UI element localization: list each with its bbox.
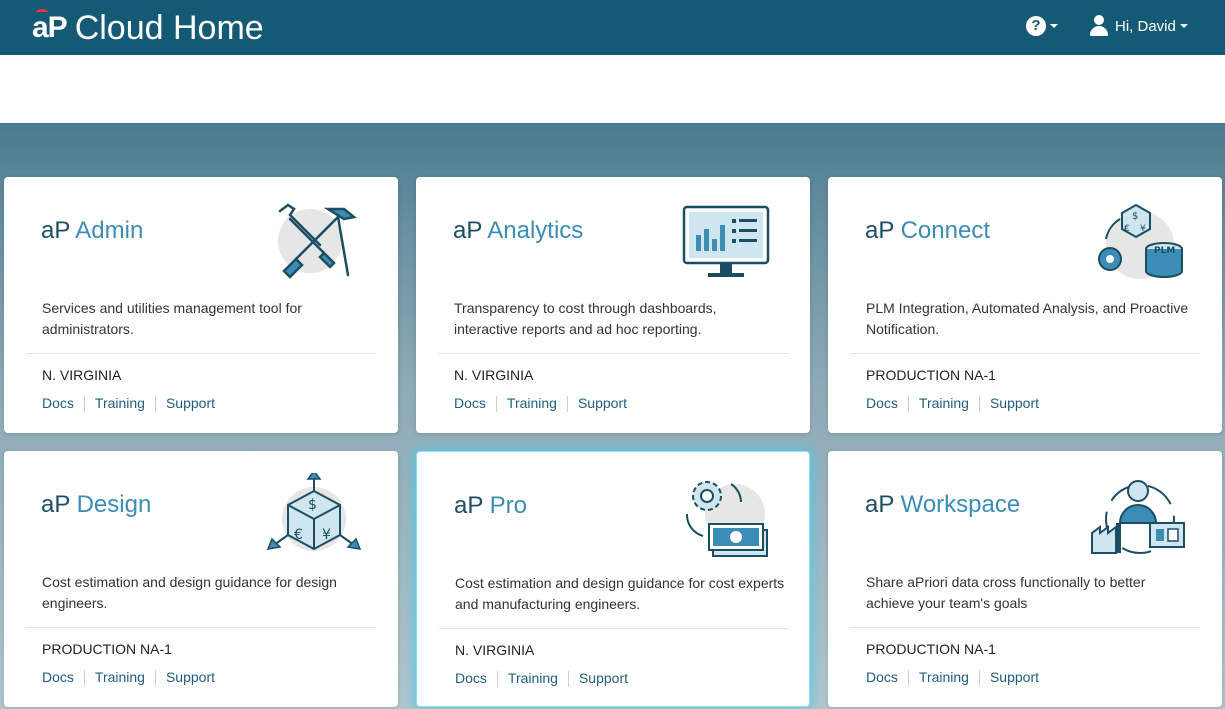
gear-money-icon [679, 474, 775, 562]
support-link[interactable]: Support [166, 395, 215, 412]
divider [438, 353, 788, 354]
support-link[interactable]: Support [578, 395, 627, 412]
card-description: Share aPriori data cross functionally to… [866, 574, 1146, 611]
card-title[interactable]: aP Admin [41, 217, 143, 245]
currency-cube-icon: $ € ¥ [266, 469, 362, 561]
ap-logo[interactable]: aP [32, 8, 68, 44]
divider [154, 396, 156, 412]
app-card-analytics[interactable]: aP Analytics Transparency to cost throug… [416, 177, 810, 433]
divider [978, 396, 980, 412]
person-factory-icon [1090, 473, 1186, 561]
card-region: PRODUCTION NA-1 [866, 641, 996, 657]
card-links: Docs Training Support [42, 395, 215, 412]
docs-link[interactable]: Docs [42, 669, 74, 686]
svg-text:€: € [294, 527, 303, 543]
card-description: Transparency to cost through dashboards,… [454, 300, 717, 337]
divider [850, 627, 1200, 628]
card-region: N. VIRGINIA [455, 642, 535, 658]
app-card-design[interactable]: aP Design $ € ¥ Cost estimation and desi… [4, 451, 398, 707]
app-card-admin[interactable]: aP Admin Services and utilities manageme… [4, 177, 398, 433]
chevron-down-icon [1050, 24, 1058, 28]
top-navbar: aP Cloud Home ? Hi, David [0, 0, 1225, 55]
docs-link[interactable]: Docs [454, 395, 486, 412]
training-link[interactable]: Training [508, 670, 558, 687]
brand[interactable]: aP Cloud Home [32, 8, 264, 47]
support-link[interactable]: Support [166, 669, 215, 686]
card-title[interactable]: aP Design [41, 491, 151, 519]
divider [495, 396, 497, 412]
divider [567, 671, 569, 687]
question-circle-icon: ? [1026, 16, 1046, 36]
card-description: Cost estimation and design guidance for … [455, 575, 785, 612]
divider [154, 670, 156, 686]
wrench-screwdriver-hammer-icon [266, 199, 362, 287]
divider [496, 671, 498, 687]
docs-link[interactable]: Docs [42, 395, 74, 412]
card-links: Docs Training Support [866, 669, 1039, 686]
svg-text:¥: ¥ [322, 527, 331, 543]
svg-text:$: $ [308, 497, 317, 513]
training-link[interactable]: Training [95, 669, 145, 686]
help-menu-button[interactable]: ? [1026, 16, 1058, 36]
banner-area [0, 55, 1225, 123]
divider [83, 396, 85, 412]
app-card-pro[interactable]: aP Pro Cost estimation and design guidan… [416, 451, 810, 707]
dashboard-monitor-icon [678, 199, 774, 287]
card-links: Docs Training Support [42, 669, 215, 686]
svg-text:$: $ [1132, 211, 1138, 222]
card-title[interactable]: aP Workspace [865, 491, 1020, 519]
user-menu-button[interactable]: Hi, David [1089, 15, 1188, 37]
divider [439, 628, 789, 629]
card-title[interactable]: aP Analytics [453, 217, 583, 245]
divider [850, 353, 1200, 354]
divider [26, 627, 376, 628]
support-link[interactable]: Support [990, 669, 1039, 686]
app-card-workspace[interactable]: aP Workspace Share aPriori data cross fu… [828, 451, 1222, 707]
user-icon [1089, 15, 1109, 37]
docs-link[interactable]: Docs [866, 395, 898, 412]
card-title[interactable]: aP Connect [865, 217, 990, 245]
divider [26, 353, 376, 354]
svg-text:€: € [1124, 224, 1130, 234]
divider [566, 396, 568, 412]
card-links: Docs Training Support [455, 670, 628, 687]
divider [83, 670, 85, 686]
divider [978, 670, 980, 686]
card-description: Cost estimation and design guidance for … [42, 574, 337, 611]
card-region: N. VIRGINIA [454, 367, 534, 383]
plm-connect-icon: $ € ¥ PLM [1090, 199, 1186, 287]
docs-link[interactable]: Docs [455, 670, 487, 687]
app-title: Cloud Home [74, 8, 264, 47]
logo-swoosh [36, 8, 48, 15]
card-region: N. VIRGINIA [42, 367, 122, 383]
card-region: PRODUCTION NA-1 [42, 641, 172, 657]
svg-text:PLM: PLM [1154, 246, 1175, 256]
svg-text:¥: ¥ [1140, 224, 1146, 234]
training-link[interactable]: Training [919, 669, 969, 686]
card-links: Docs Training Support [454, 395, 627, 412]
card-title[interactable]: aP Pro [454, 492, 527, 520]
logo-text: aP [32, 10, 68, 44]
card-description: PLM Integration, Automated Analysis, and… [866, 300, 1189, 337]
chevron-down-icon [1179, 24, 1188, 28]
app-grid: aP Admin Services and utilities manageme… [0, 123, 1225, 709]
divider [907, 396, 909, 412]
app-card-connect[interactable]: aP Connect $ € ¥ PLM PLM Integration, Au… [828, 177, 1222, 433]
card-region: PRODUCTION NA-1 [866, 367, 996, 383]
divider [907, 670, 909, 686]
training-link[interactable]: Training [507, 395, 557, 412]
training-link[interactable]: Training [919, 395, 969, 412]
docs-link[interactable]: Docs [866, 669, 898, 686]
card-description: Services and utilities management tool f… [42, 300, 302, 337]
support-link[interactable]: Support [990, 395, 1039, 412]
support-link[interactable]: Support [579, 670, 628, 687]
card-links: Docs Training Support [866, 395, 1039, 412]
user-greeting: Hi, David [1115, 17, 1176, 35]
training-link[interactable]: Training [95, 395, 145, 412]
